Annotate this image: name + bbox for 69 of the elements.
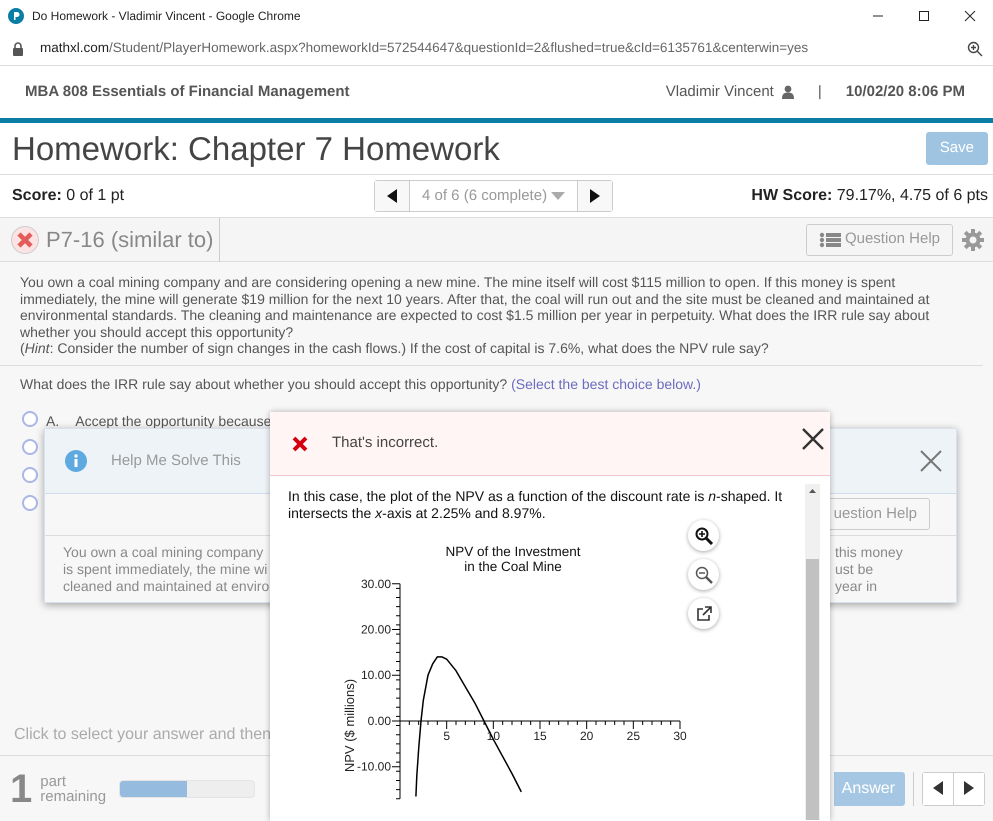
axis-label: NPV ($ millions) xyxy=(342,678,357,772)
prompt-note: (Select the best choice below.) xyxy=(511,376,701,392)
list-icon xyxy=(818,232,841,248)
settings-icon[interactable] xyxy=(961,228,985,252)
scrollbar[interactable] xyxy=(805,484,820,820)
right-triangle-icon xyxy=(590,188,600,203)
text-line: ust be xyxy=(835,560,874,578)
separator: | xyxy=(818,82,822,102)
dialog-title: Help Me Solve This xyxy=(111,450,241,471)
user-name[interactable]: Vladimir Vincent xyxy=(666,80,774,104)
url-field[interactable]: mathxl.com/Student/PlayerHomework.aspx?homeworkId=572544647&questionId=2&flushed=true&cId=6135761&centerwin=yes xyxy=(40,38,808,59)
radio-button[interactable] xyxy=(22,438,38,454)
zoom-out-icon xyxy=(694,566,712,584)
chart-title: NPV of the Investment in the Coal Mine xyxy=(444,544,582,574)
lock-icon xyxy=(12,42,24,56)
parts-count: 1 xyxy=(10,768,32,808)
next-button[interactable] xyxy=(578,181,612,211)
option-letter: A. xyxy=(46,412,60,430)
question-help-button[interactable]: Question Help xyxy=(806,224,953,256)
option-text[interactable]: Accept the opportunity because xyxy=(75,410,272,432)
tick-label: 30.00 xyxy=(360,576,391,591)
feedback-text: In this case, the plot of the NPV as a function of the discount rate is n-shaped. It intersects the x-axis at 2.25% and 8.97%. xyxy=(288,488,784,522)
score-text: Score: 0 of 1 pt xyxy=(12,186,126,206)
tick-label: 20 xyxy=(580,728,594,743)
hint-text: (Hint: Consider the number of sign changes in the cash flows.) If the cost of capital is 7.6%, what does the NPV rule say? xyxy=(20,340,770,356)
tick-label: 0.00 xyxy=(368,714,391,728)
info-icon xyxy=(65,450,87,472)
text-line: You own a coal mining company xyxy=(63,544,264,561)
open-external-button[interactable] xyxy=(688,598,719,629)
hw-score-text: HW Score: 79.17%, 4.75 of 6 pts xyxy=(751,186,988,206)
date-time: 10/02/20 8:06 PM xyxy=(846,82,965,102)
course-title: MBA 808 Essentials of Financial Management xyxy=(25,82,350,102)
parts-label: part remaining xyxy=(40,774,108,804)
zoom-in-button[interactable] xyxy=(688,520,719,551)
tick-label: 10.00 xyxy=(360,668,391,682)
radio-button[interactable] xyxy=(22,494,38,510)
external-link-icon xyxy=(696,606,712,622)
radio-button[interactable] xyxy=(22,466,38,482)
text-line: cleaned and maintained at enviro xyxy=(63,578,270,594)
zoom-icon[interactable] xyxy=(967,40,983,56)
text-line: is spent immediately, the mine wi xyxy=(63,560,268,578)
text-line: year in xyxy=(835,578,878,594)
tick-label: 15 xyxy=(533,728,547,743)
right-triangle-icon xyxy=(964,781,974,796)
feedback-title: That's incorrect. xyxy=(332,433,438,454)
tick-label: 30 xyxy=(673,728,687,743)
close-icon[interactable] xyxy=(802,428,824,450)
tick-label: -10.00 xyxy=(356,760,391,774)
app-icon xyxy=(8,8,24,24)
tick-label: 25 xyxy=(626,728,640,743)
question-text: You own a coal mining company and are considering opening a new mine. The mine itself will cost $115 million to open. If this money is spent immediately, the mine will generate $19 million for the next 10 years. After that, the coal will run out and the site must be cleaned and maintained at environmental standards. The cleaning and maintenance are expected to cost $1.5 million per year in perpetuity. What does the IRR rule say about whether you should accept this opportunity? xyxy=(20,274,930,340)
wrong-icon xyxy=(292,436,308,452)
previous-button[interactable] xyxy=(375,181,409,211)
left-triangle-icon xyxy=(933,781,943,796)
tick-label: 20.00 xyxy=(360,622,391,636)
page-title: Homework: Chapter 7 Homework xyxy=(12,128,500,169)
text-line: this money xyxy=(835,544,903,561)
zoom-in-icon xyxy=(694,526,712,544)
prompt-text: What does the IRR rule say about whether you should accept this opportunity? xyxy=(20,376,508,392)
window-title: Do Homework - Vladimir Vincent - Google Chrome xyxy=(32,8,301,25)
user-icon xyxy=(782,85,794,99)
left-triangle-icon xyxy=(387,188,397,203)
caret-icon xyxy=(551,192,566,200)
radio-button[interactable] xyxy=(22,410,38,426)
zoom-out-button[interactable] xyxy=(688,559,719,590)
instruction-text: Click to select your answer and then xyxy=(14,726,272,743)
check-answer-button[interactable]: Answer xyxy=(834,772,905,806)
tick-label: 5 xyxy=(443,728,450,743)
question-dropdown[interactable]: 4 of 6 (6 complete) xyxy=(409,181,578,211)
